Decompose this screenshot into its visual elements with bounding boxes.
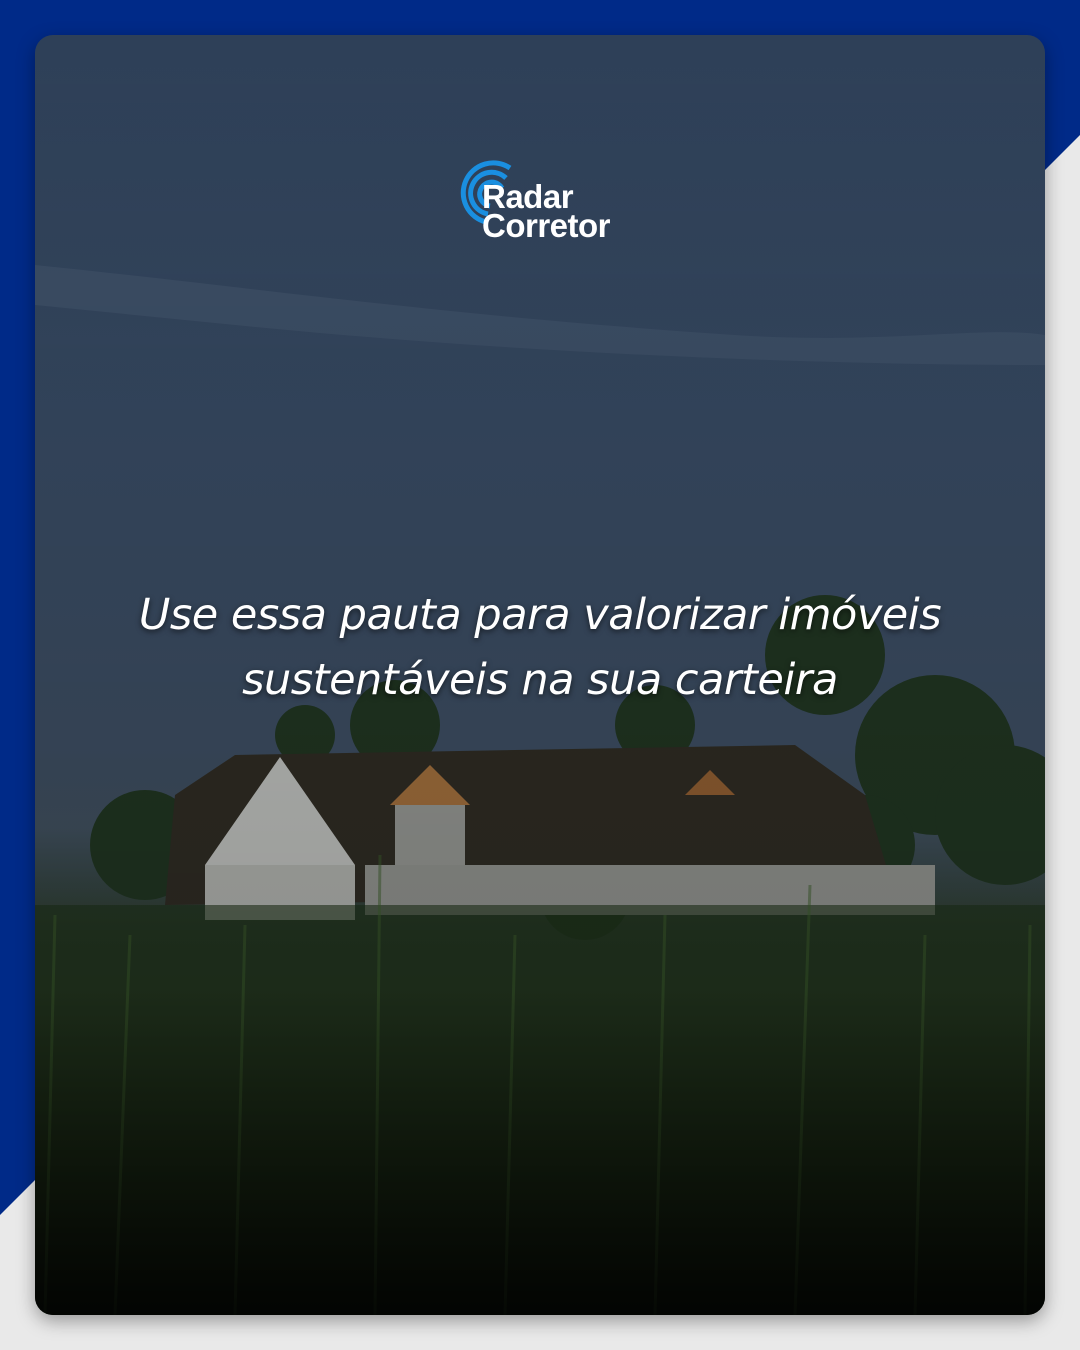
post-card: Radar Corretor Use essa pauta para valor…: [35, 35, 1045, 1315]
radar-corretor-logo: Radar Corretor: [446, 160, 636, 250]
post-headline: Use essa pauta para valorizar imóveis su…: [138, 590, 942, 705]
logo-text-corretor: Corretor: [482, 207, 611, 244]
